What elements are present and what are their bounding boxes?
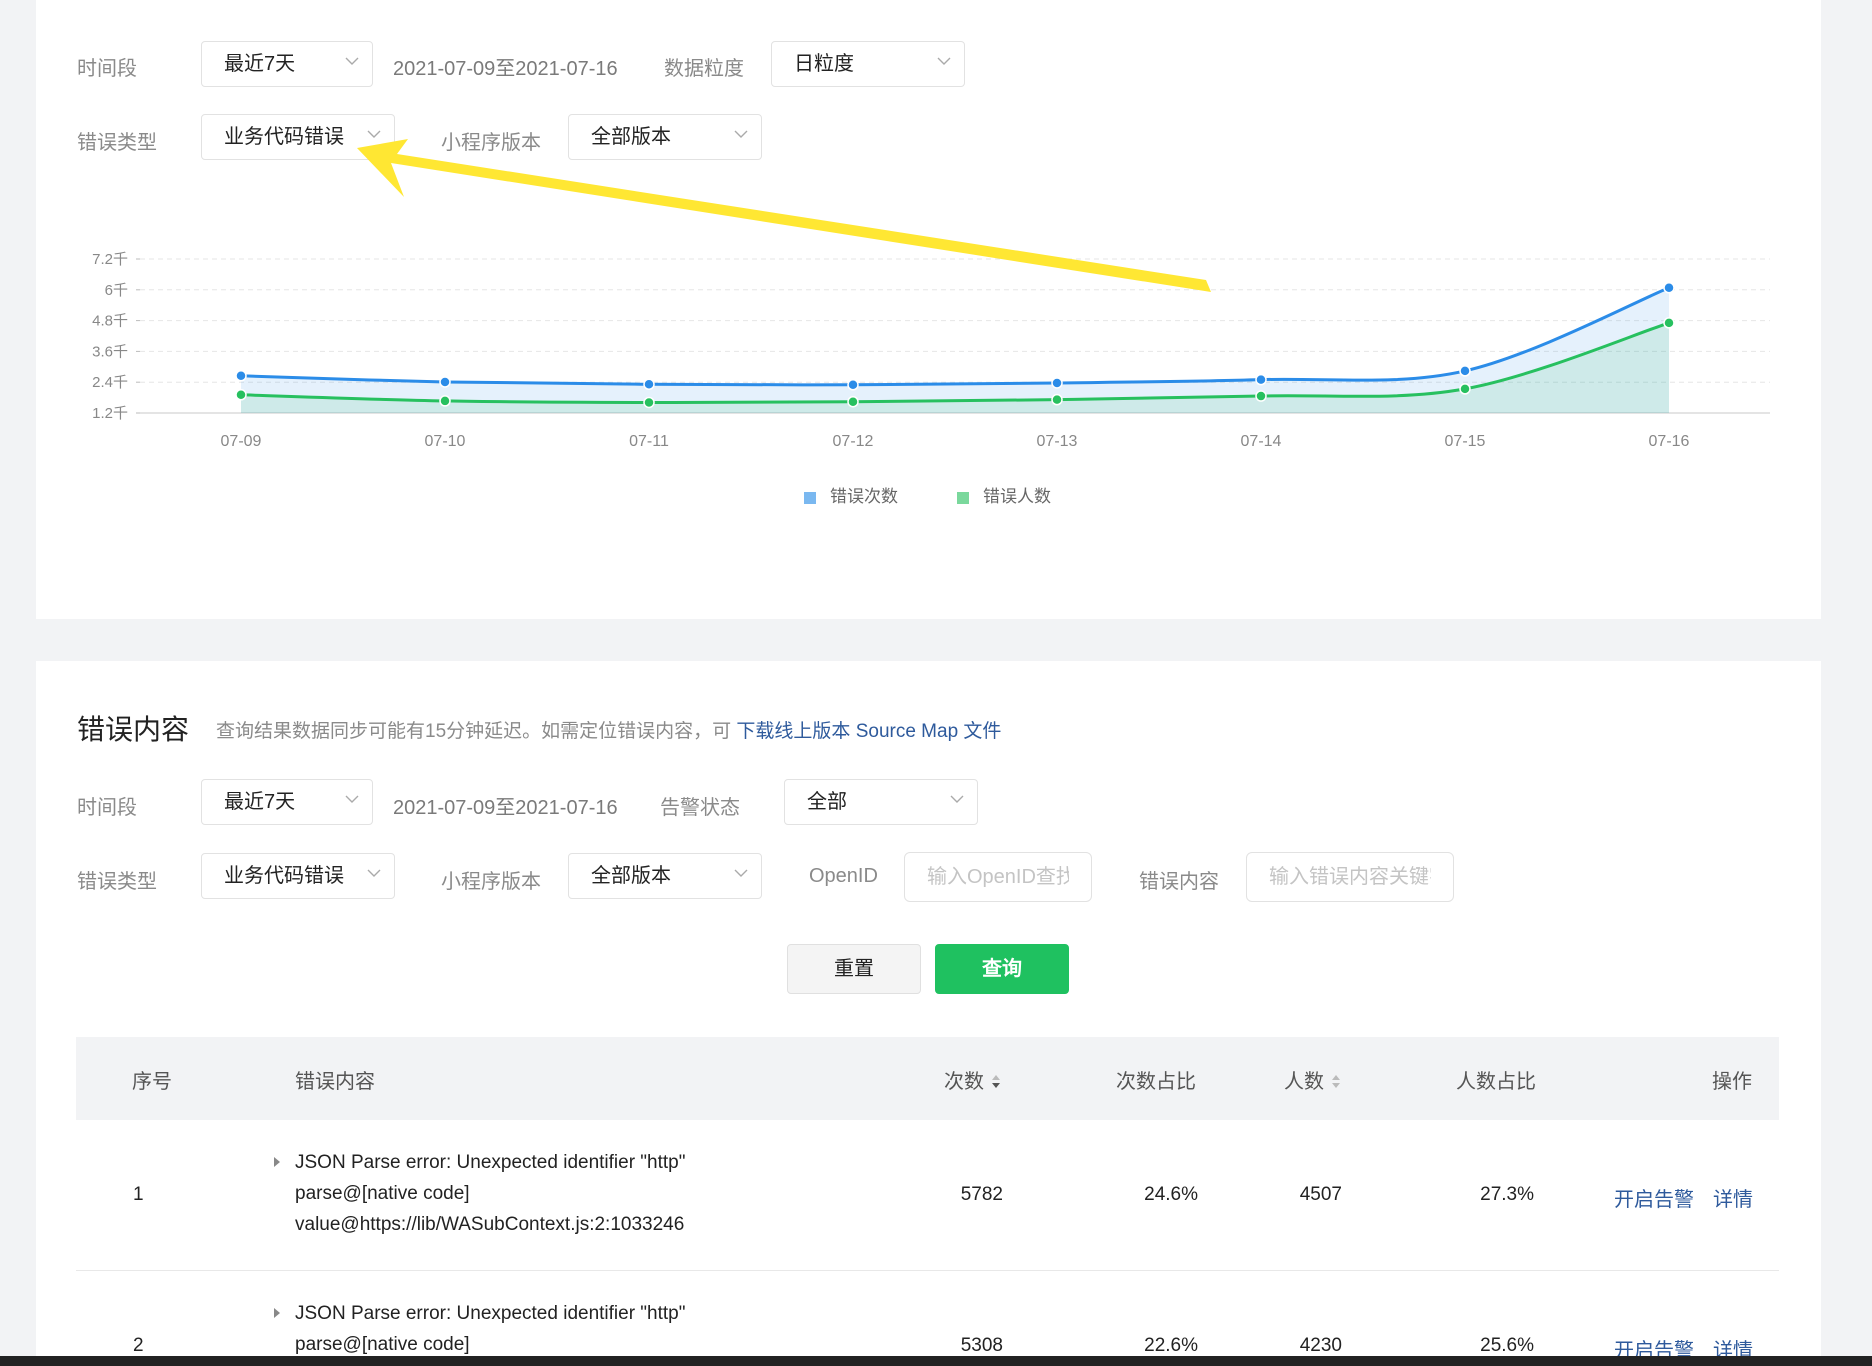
expand-caret-icon[interactable] [274,1308,280,1318]
error-type-label: 错误类型 [77,871,157,893]
date-range-text: 2021-07-09至2021-07-16 [393,797,618,819]
data-point [439,395,451,407]
col-header-count-label: 次数 [944,1071,984,1093]
error-line: parse@[native code] [295,1334,470,1355]
data-point [847,379,859,391]
window-bottom-edge [0,1356,1872,1366]
legend-item-user-count[interactable]: 错误人数 [957,482,1051,507]
data-point [1459,383,1471,395]
query-button[interactable]: 查询 [935,944,1069,994]
chevron-down-icon [950,795,964,803]
y-tick-label: 2.4千 [92,374,128,391]
users-ratio-value: 25.6% [1480,1335,1534,1356]
error-trend-chart: 1.2千 2.4千 3.6千 4.8千 6千 7.2千 07-09 07-10 07-11 07-… [92,251,1770,450]
data-point [1255,390,1267,402]
y-tick-label: 4.8千 [92,313,128,330]
legend-swatch [804,491,816,504]
chevron-down-icon [734,869,748,877]
source-map-download-link[interactable]: 下载线上版本 Source Map 文件 [736,721,1001,742]
error-type-select[interactable]: 业务代码错误 [201,853,395,899]
error-type-select-value: 业务代码错误 [224,865,344,887]
col-header-count[interactable]: 次数 [944,1065,1002,1094]
error-line: value@https://lib/WASubContext.js:2:1033… [295,1214,685,1235]
chevron-down-icon [345,795,359,803]
data-point [1663,317,1675,329]
x-tick-label: 07-13 [1037,433,1078,450]
users-value: 4230 [1299,1335,1342,1356]
users-ratio-value: 27.3% [1480,1184,1534,1205]
version-label: 小程序版本 [441,871,541,893]
col-header-index: 序号 [132,1071,172,1093]
legend-label: 错误人数 [983,487,1051,506]
alert-status-select[interactable]: 全部 [784,779,978,825]
error-line: JSON Parse error: Unexpected identifier … [295,1303,686,1324]
openid-input[interactable] [904,852,1092,902]
section-desc-text: 查询结果数据同步可能有15分钟延迟。如需定位错误内容，可 [216,721,732,742]
legend-label: 错误次数 [830,487,898,506]
count-value: 5308 [960,1335,1003,1356]
legend-item-error-count[interactable]: 错误次数 [804,482,898,507]
users-value: 4507 [1299,1184,1342,1205]
data-point [847,395,859,408]
reset-button[interactable]: 重置 [787,944,921,994]
data-point [235,370,247,382]
error-line: JSON Parse error: Unexpected identifier … [295,1152,686,1173]
period-select-value: 最近7天 [224,791,296,813]
sort-icon [1332,1074,1340,1088]
col-header-users-label: 人数 [1284,1071,1324,1093]
col-header-users-ratio: 人数占比 [1456,1071,1536,1093]
error-content-input[interactable] [1246,852,1454,902]
section-description: 查询结果数据同步可能有15分钟延迟。如需定位错误内容，可 下载线上版本 Sour… [216,716,1001,743]
legend-swatch [957,491,969,504]
x-tick-label: 07-15 [1445,433,1486,450]
x-tick-label: 07-11 [629,433,669,450]
y-tick-label: 1.2千 [92,405,128,422]
x-tick-label: 07-12 [833,433,874,450]
data-point [1051,393,1063,406]
x-tick-label: 07-10 [425,433,466,450]
count-ratio-value: 22.6% [1144,1335,1198,1356]
count-value: 5782 [960,1184,1003,1205]
y-tick-label: 7.2千 [92,251,128,268]
data-point [643,396,655,409]
col-header-users[interactable]: 人数 [1284,1065,1342,1094]
data-point [1663,281,1675,294]
data-point [1255,373,1267,386]
table-header: 序号 错误内容 次数 次数占比 人数 人数占比 操作 [76,1037,1779,1120]
table-row: 1 JSON Parse error: Unexpected identifie… [76,1120,1779,1271]
expand-caret-icon[interactable] [274,1157,280,1167]
col-header-content: 错误内容 [295,1071,375,1093]
row-index: 2 [133,1335,144,1356]
version-select-value: 全部版本 [591,865,671,887]
error-content-label: 错误内容 [1139,871,1219,893]
section-title: 错误内容 [77,714,190,745]
data-point [439,376,451,388]
x-tick-label: 07-16 [1649,433,1690,450]
period-select[interactable]: 最近7天 [201,779,373,825]
data-point [643,378,655,391]
sort-icon [992,1074,1000,1088]
data-point [235,389,247,401]
x-tick-label: 07-09 [221,433,262,450]
enable-alert-link[interactable]: 开启告警 [1614,1183,1694,1212]
table-row: 2 JSON Parse error: Unexpected identifie… [76,1271,1779,1366]
detail-link[interactable]: 详情 [1713,1183,1753,1212]
series-line [240,286,1670,387]
y-tick-label: 6千 [105,282,128,299]
count-ratio-value: 24.6% [1144,1184,1198,1205]
chevron-down-icon [367,869,381,877]
row-index: 1 [133,1184,144,1205]
alert-status-label: 告警状态 [660,797,740,819]
version-select[interactable]: 全部版本 [568,853,762,899]
col-header-ops: 操作 [1712,1071,1752,1093]
y-tick-label: 3.6千 [92,343,128,360]
col-header-count-ratio: 次数占比 [1116,1071,1196,1093]
error-line: parse@[native code] [295,1183,470,1204]
alert-status-select-value: 全部 [807,791,847,813]
x-tick-label: 07-14 [1241,433,1282,450]
openid-label: OpenID [809,865,878,887]
period-label: 时间段 [77,797,137,819]
data-point [1459,365,1471,377]
data-point [1051,377,1063,389]
